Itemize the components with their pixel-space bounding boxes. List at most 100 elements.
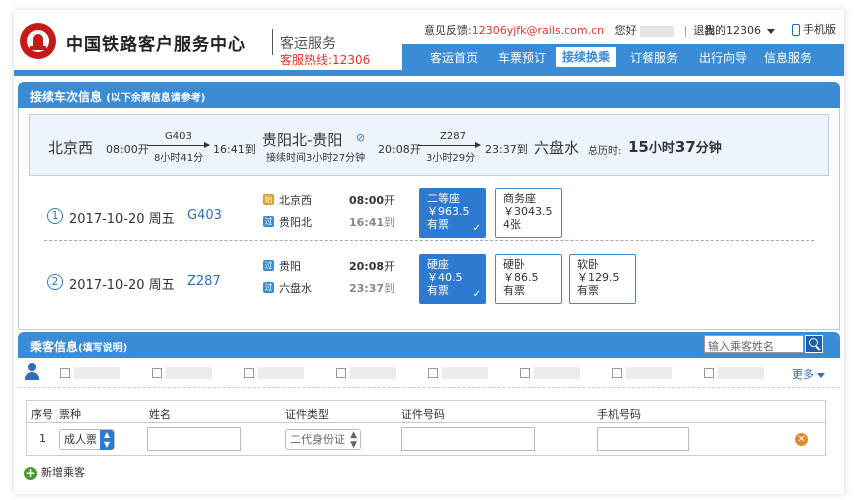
seat-availability: 有票 — [427, 284, 449, 297]
more-label: 更多 — [792, 368, 814, 381]
pass-station-icon: 过 — [263, 260, 274, 271]
passenger-panel: 更多 序号 票种 姓名 证件类型 证件号码 手机号码 1 成人票 ▲ ▼ 二代身份… — [18, 358, 840, 490]
leg-row: 2 2017-10-20 周五 Z287 过 贵阳 过 六盘水 20:08开 2… — [29, 248, 829, 314]
total-duration: 15小时37分钟 — [628, 137, 722, 156]
header: 中国铁路客户服务中心 客运服务 客服热线:12306 意见反馈:12306yjf… — [14, 10, 844, 70]
passenger-name-redacted — [534, 367, 580, 379]
passenger-checkbox[interactable] — [244, 368, 254, 378]
passenger-checkbox[interactable] — [336, 368, 346, 378]
leg-train-link[interactable]: G403 — [187, 208, 222, 223]
id-type-value: 二代身份证 — [290, 433, 345, 446]
total-hours-unit: 小时 — [648, 141, 675, 156]
seat-name: 硬卧 — [503, 258, 525, 271]
leg-dep: 08:00开 — [349, 192, 395, 208]
seat-name: 商务座 — [503, 192, 536, 205]
leg-arr-time: 23:37 — [349, 282, 385, 295]
site-name: 中国铁路客户服务中心 — [66, 35, 246, 55]
more-passengers-button[interactable]: 更多 — [792, 366, 825, 382]
phone-input[interactable] — [597, 427, 689, 451]
my-12306-label: 我的12306 — [704, 24, 761, 37]
seat-option[interactable]: 软卧 ￥129.5 有票 — [569, 254, 636, 304]
leg-date: 2017-10-20 周五 — [69, 278, 175, 293]
passenger-checkbox[interactable] — [704, 368, 714, 378]
passenger-checkbox[interactable] — [152, 368, 162, 378]
seat-price: ￥40.5 — [427, 271, 463, 284]
add-passenger-button[interactable]: + 新增乘客 — [24, 464, 85, 480]
mobile-link[interactable]: 手机版 — [792, 21, 836, 37]
col-index: 序号 — [31, 408, 53, 421]
col-id-type: 证件类型 — [285, 408, 329, 421]
passenger-checkbox[interactable] — [428, 368, 438, 378]
col-name: 姓名 — [149, 408, 171, 421]
leg-dep-time: 20:08 — [349, 260, 385, 273]
seat-availability: 有票 — [503, 284, 525, 297]
nav-transfer[interactable]: 接续换乘 — [556, 47, 617, 67]
transfer-panel-header: 接续车次信息 (以下余票信息请参考) — [18, 82, 840, 108]
nav-home[interactable]: 客运首页 — [430, 49, 478, 66]
my-12306-menu[interactable]: 我的12306 — [704, 22, 775, 38]
leg-arr-suffix: 到 — [384, 282, 396, 295]
passenger-search-input[interactable]: 输入乘客姓名 — [704, 335, 804, 353]
search-icon[interactable] — [805, 335, 823, 353]
passenger-table: 序号 票种 姓名 证件类型 证件号码 手机号码 1 成人票 ▲ ▼ 二代身份证 ▲… — [26, 400, 826, 456]
summary-transfer-time: 接续时间3小时27分钟 — [266, 153, 366, 164]
mobile-label: 手机版 — [803, 23, 836, 36]
id-number-input[interactable] — [401, 427, 535, 451]
leg-train-link[interactable]: Z287 — [187, 274, 221, 289]
transfer-panel: 北京西 08:00开 G403 8小时41分 16:41到 贵阳北-贵阳 ⊘ 接… — [18, 108, 840, 330]
leg-number: 2 — [47, 274, 63, 290]
ticket-type-value: 成人票 — [64, 433, 97, 446]
leg-dep-suffix: 开 — [384, 260, 396, 273]
nav-info[interactable]: 信息服务 — [764, 49, 812, 66]
saved-passenger-list: 更多 — [18, 358, 840, 388]
phone-icon — [792, 24, 800, 36]
arrow-icon — [147, 142, 210, 148]
passenger-name-redacted — [166, 367, 212, 379]
passenger-checkbox[interactable] — [60, 368, 70, 378]
summary-dep2: 20:08开 — [378, 143, 421, 156]
nav-catering[interactable]: 订餐服务 — [630, 49, 678, 66]
map-icon[interactable]: ⊘ — [356, 131, 365, 144]
row-index: 1 — [39, 432, 46, 445]
leg-from: 贵阳 — [279, 260, 301, 273]
col-phone: 手机号码 — [597, 408, 641, 421]
leg-date: 2017-10-20 周五 — [69, 212, 175, 227]
route-summary: 北京西 08:00开 G403 8小时41分 16:41到 贵阳北-贵阳 ⊘ 接… — [29, 114, 829, 176]
seat-option[interactable]: 商务座 ￥3043.5 4张 — [495, 188, 562, 238]
seat-option[interactable]: 二等座 ￥963.5 有票 ✓ — [419, 188, 486, 238]
passenger-panel-note-link[interactable]: (填写说明) — [78, 343, 127, 354]
pass-station-icon: 过 — [263, 216, 274, 227]
seat-price: ￥3043.5 — [503, 205, 553, 218]
nav-guide[interactable]: 出行向导 — [699, 49, 747, 66]
leg-arr: 23:37到 — [349, 280, 395, 296]
seat-availability: 有票 — [427, 218, 449, 231]
leg-dep: 20:08开 — [349, 258, 395, 274]
railway-logo[interactable] — [20, 23, 56, 59]
header-divider — [272, 29, 273, 55]
seat-option[interactable]: 硬卧 ￥86.5 有票 — [495, 254, 562, 304]
summary-destination: 六盘水 — [534, 139, 580, 157]
seat-option[interactable]: 硬座 ￥40.5 有票 ✓ — [419, 254, 486, 304]
passenger-name-redacted — [258, 367, 304, 379]
updown-icon: ▲ ▼ — [100, 430, 114, 450]
summary-train1: G403 — [165, 131, 192, 142]
start-station-icon: 始 — [263, 194, 274, 205]
feedback-email-link[interactable]: 12306yjfk@rails.com.cn — [472, 24, 604, 37]
transfer-panel-note: (以下余票信息请参考) — [106, 93, 206, 104]
passenger-name-redacted — [442, 367, 488, 379]
passenger-name-redacted — [718, 367, 764, 379]
feedback-label: 意见反馈: — [424, 24, 472, 37]
leg-number: 1 — [47, 208, 63, 224]
ticket-type-select[interactable]: 成人票 ▲ ▼ — [59, 429, 115, 450]
passenger-checkbox[interactable] — [520, 368, 530, 378]
pass-station-icon: 过 — [263, 282, 274, 293]
nav-booking[interactable]: 车票预订 — [498, 49, 546, 66]
passenger-checkbox[interactable] — [612, 368, 622, 378]
seat-name: 软卧 — [577, 258, 599, 271]
delete-row-icon[interactable]: ✕ — [795, 433, 808, 446]
leg-arr-suffix: 到 — [384, 216, 396, 229]
plus-icon: + — [24, 465, 37, 480]
name-input[interactable] — [147, 427, 241, 451]
total-duration-label: 总历时: — [588, 146, 622, 157]
id-type-select[interactable]: 二代身份证 ▲ ▼ — [285, 429, 361, 450]
